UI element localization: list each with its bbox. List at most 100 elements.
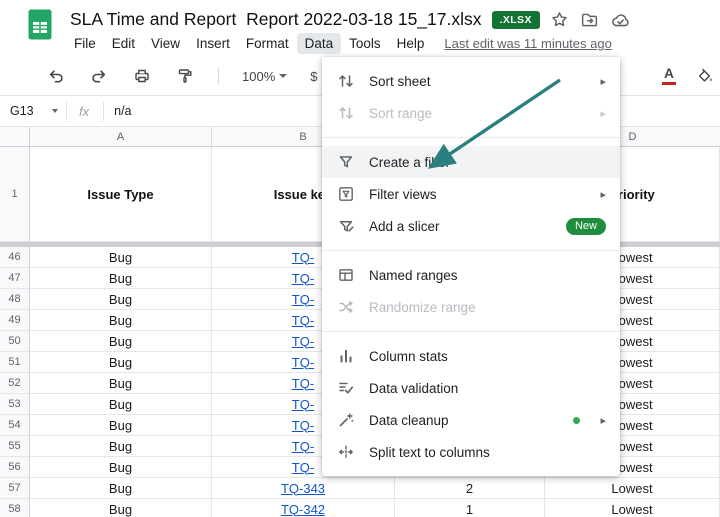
cell[interactable]: 2 [395, 478, 545, 499]
menu-item-data-cleanup[interactable]: Data cleanup ▸ [322, 404, 620, 436]
menu-insert[interactable]: Insert [188, 33, 238, 54]
fx-icon: fx [79, 104, 89, 119]
row-header[interactable]: 53 [0, 394, 30, 415]
redo-icon[interactable] [89, 66, 109, 86]
menu-view[interactable]: View [143, 33, 188, 54]
file-type-badge: .XLSX [492, 11, 540, 29]
green-dot-icon [573, 417, 580, 424]
menu-tools[interactable]: Tools [341, 33, 389, 54]
data-menu: Sort sheet ▸ Sort range ▸ Create a filte… [322, 57, 620, 476]
cell[interactable]: 1 [395, 499, 545, 517]
row-header[interactable]: 47 [0, 268, 30, 289]
cell[interactable]: Bug [30, 289, 212, 310]
menu-format[interactable]: Format [238, 33, 297, 54]
chevron-down-icon [52, 109, 58, 113]
name-box[interactable]: G13 [0, 104, 66, 118]
cell[interactable]: Bug [30, 499, 212, 517]
menu-item-randomize-range[interactable]: Randomize range [322, 291, 620, 323]
cell[interactable]: Bug [30, 268, 212, 289]
row-header[interactable]: 51 [0, 352, 30, 373]
print-icon[interactable] [132, 66, 152, 86]
menu-item-named-ranges[interactable]: Named ranges [322, 259, 620, 291]
row-header[interactable]: 1 [0, 147, 30, 242]
row-header[interactable]: 49 [0, 310, 30, 331]
cell[interactable]: Bug [30, 247, 212, 268]
row-header[interactable]: 55 [0, 436, 30, 457]
cloud-status-icon[interactable] [610, 10, 630, 30]
menu-help[interactable]: Help [389, 33, 433, 54]
cell[interactable]: Bug [30, 478, 212, 499]
row-header[interactable]: 58 [0, 499, 30, 517]
menu-item-split-text-to-columns[interactable]: Split text to columns [322, 436, 620, 468]
row-header[interactable]: 54 [0, 415, 30, 436]
cell[interactable]: Lowest [545, 478, 720, 499]
paint-format-icon[interactable] [175, 66, 195, 86]
table-row: 58 Bug TQ-342 1 Lowest [0, 499, 720, 517]
menu-separator [322, 137, 620, 138]
cell[interactable]: Bug [30, 457, 212, 478]
menu-item-column-stats[interactable]: Column stats [322, 340, 620, 372]
named-ranges-icon [336, 266, 356, 284]
menu-item-sort-sheet[interactable]: Sort sheet ▸ [322, 65, 620, 97]
menu-item-sort-range[interactable]: Sort range ▸ [322, 97, 620, 129]
submenu-arrow-icon: ▸ [600, 107, 606, 120]
add-slicer-icon [336, 217, 356, 235]
divider [103, 102, 104, 121]
data-validation-icon [336, 379, 356, 397]
last-edit-link[interactable]: Last edit was 11 minutes ago [444, 36, 611, 51]
divider [66, 102, 67, 121]
cell-link[interactable]: TQ-342 [212, 499, 395, 517]
submenu-arrow-icon: ▸ [600, 75, 606, 88]
cell[interactable]: Bug [30, 331, 212, 352]
undo-icon[interactable] [46, 66, 66, 86]
randomize-range-icon [336, 298, 356, 316]
menu-edit[interactable]: Edit [104, 33, 143, 54]
submenu-arrow-icon: ▸ [600, 188, 606, 201]
cell[interactable]: Lowest [545, 499, 720, 517]
fill-color-icon[interactable] [694, 66, 714, 86]
menu-item-add-a-slicer[interactable]: Add a slicer New [322, 210, 620, 242]
cell-link[interactable]: TQ-343 [212, 478, 395, 499]
zoom-select[interactable]: 100% [242, 69, 287, 84]
google-sheets-app: SLA Time and Report Report 2022-03-18 15… [0, 0, 720, 517]
star-icon[interactable] [550, 10, 570, 30]
filter-views-icon [336, 185, 356, 203]
toolbar-divider [218, 67, 219, 85]
sort-range-icon [336, 104, 356, 122]
row-header[interactable]: 57 [0, 478, 30, 499]
column-header-a[interactable]: A [30, 127, 212, 146]
menu-data[interactable]: Data [297, 33, 342, 54]
row-header[interactable]: 56 [0, 457, 30, 478]
format-currency-button[interactable]: $ [310, 69, 317, 84]
data-cleanup-icon [336, 411, 356, 429]
sort-sheet-icon [336, 72, 356, 90]
cell[interactable]: Bug [30, 436, 212, 457]
menu-file[interactable]: File [66, 33, 104, 54]
chevron-down-icon [279, 74, 287, 78]
row-header[interactable]: 48 [0, 289, 30, 310]
cell[interactable]: Bug [30, 310, 212, 331]
submenu-arrow-icon: ▸ [600, 414, 606, 427]
menu-item-filter-views[interactable]: Filter views ▸ [322, 178, 620, 210]
menubar: File Edit View Insert Format Data Tools … [66, 33, 612, 54]
document-title[interactable]: SLA Time and Report Report 2022-03-18 15… [70, 9, 482, 30]
select-all-corner[interactable] [0, 127, 30, 146]
row-header[interactable]: 46 [0, 247, 30, 268]
formula-input[interactable]: n/a [114, 104, 131, 118]
text-color-button[interactable]: A [662, 67, 676, 86]
menu-item-create-a-filter[interactable]: Create a filter [322, 146, 620, 178]
cell[interactable]: Issue Type [30, 147, 212, 242]
cell[interactable]: Bug [30, 415, 212, 436]
row-header[interactable]: 52 [0, 373, 30, 394]
column-stats-icon [336, 347, 356, 365]
split-text-icon [336, 443, 356, 461]
cell[interactable]: Bug [30, 394, 212, 415]
cell[interactable]: Bug [30, 373, 212, 394]
row-header[interactable]: 50 [0, 331, 30, 352]
table-row: 57 Bug TQ-343 2 Lowest [0, 478, 720, 499]
cell[interactable]: Bug [30, 352, 212, 373]
sheets-logo-icon[interactable] [28, 9, 52, 40]
menu-separator [322, 250, 620, 251]
menu-item-data-validation[interactable]: Data validation [322, 372, 620, 404]
move-to-folder-icon[interactable] [580, 10, 600, 30]
